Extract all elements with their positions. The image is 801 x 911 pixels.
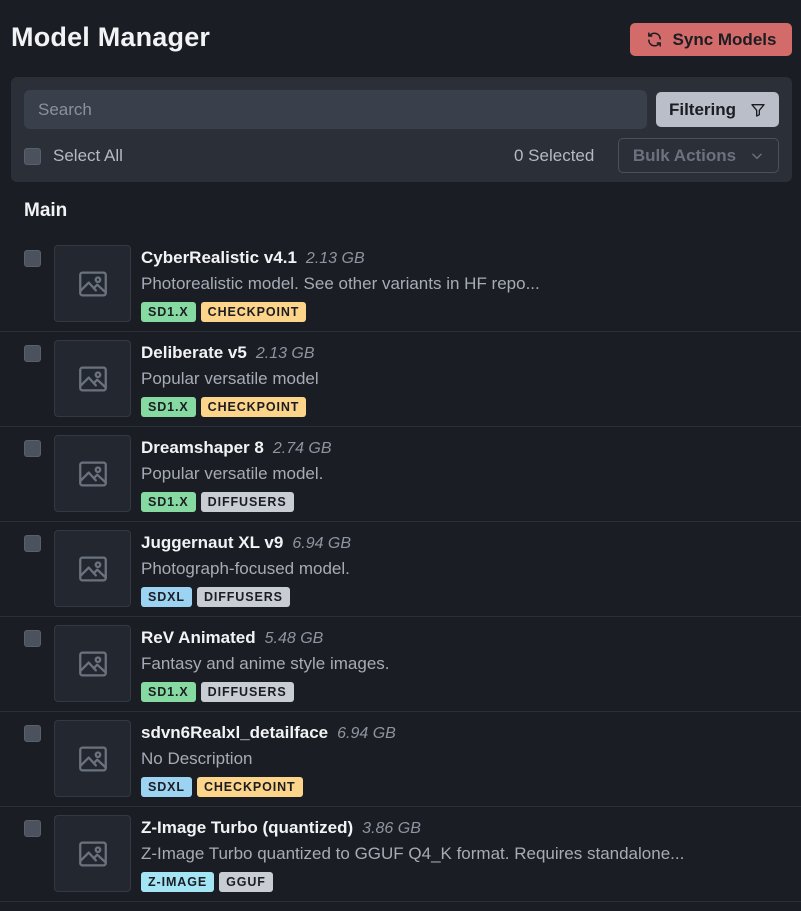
model-thumbnail bbox=[54, 245, 131, 322]
model-name: Juggernaut XL v9 bbox=[141, 533, 284, 552]
model-name: ReV Animated bbox=[141, 628, 256, 647]
model-tags: SD1.X CHECKPOINT bbox=[141, 302, 307, 322]
model-tag: CHECKPOINT bbox=[196, 777, 303, 797]
model-checkbox[interactable] bbox=[24, 250, 41, 267]
model-name-line: Deliberate v5 2.13 GB bbox=[141, 343, 315, 363]
model-checkbox[interactable] bbox=[24, 345, 41, 362]
image-placeholder-icon bbox=[78, 651, 107, 676]
model-tag: SD1.X bbox=[141, 302, 196, 322]
model-thumbnail bbox=[54, 815, 131, 892]
model-name-line: sdvn6Realxl_detailface 6.94 GB bbox=[141, 723, 396, 743]
model-checkbox[interactable] bbox=[24, 630, 41, 647]
search-input[interactable] bbox=[24, 90, 647, 129]
model-tags: SD1.X DIFFUSERS bbox=[141, 682, 294, 702]
model-row[interactable]: Z-Image Turbo (quantized) 3.86 GB Z-Imag… bbox=[0, 807, 801, 902]
model-tag: CHECKPOINT bbox=[200, 302, 307, 322]
model-row[interactable]: Dreamshaper 8 2.74 GB Popular versatile … bbox=[0, 427, 801, 522]
model-name-line: ReV Animated 5.48 GB bbox=[141, 628, 323, 648]
chevron-down-icon bbox=[752, 153, 762, 159]
filter-panel: Filtering Select All 0 Selected Bulk Act… bbox=[11, 77, 792, 182]
model-description: Popular versatile model bbox=[141, 369, 319, 388]
filtering-label: Filtering bbox=[668, 99, 737, 119]
page-title: Model Manager bbox=[11, 22, 211, 52]
model-name: CyberRealistic v4.1 bbox=[141, 248, 297, 267]
model-manager: Model Manager Sync Models Filtering Sele… bbox=[0, 0, 801, 911]
model-size: 2.74 GB bbox=[272, 440, 332, 457]
model-size: 2.13 GB bbox=[305, 250, 365, 267]
section-title-main: Main bbox=[24, 200, 68, 221]
filter-icon bbox=[751, 103, 765, 117]
model-thumbnail bbox=[54, 625, 131, 702]
model-checkbox[interactable] bbox=[24, 725, 41, 742]
checkbox[interactable] bbox=[24, 147, 41, 165]
filtering-button[interactable]: Filtering bbox=[656, 92, 779, 127]
model-size: 3.86 GB bbox=[362, 820, 421, 837]
model-row[interactable]: ReV Animated 5.48 GB Fantasy and anime s… bbox=[0, 617, 801, 712]
model-tag: SD1.X bbox=[141, 492, 196, 512]
model-tag: SD1.X bbox=[141, 397, 196, 417]
model-description: Photograph-focused model. bbox=[141, 559, 350, 578]
model-size: 5.48 GB bbox=[264, 630, 324, 647]
model-checkbox[interactable] bbox=[24, 440, 41, 457]
model-name: Z-Image Turbo (quantized) bbox=[141, 818, 354, 837]
sync-models-button[interactable]: Sync Models bbox=[630, 23, 792, 56]
model-thumbnail bbox=[54, 720, 131, 797]
bulk-actions-label: Bulk Actions bbox=[632, 145, 737, 165]
model-tag: GGUF bbox=[219, 872, 273, 892]
model-name-line: Dreamshaper 8 2.74 GB bbox=[141, 438, 332, 458]
model-tags: Z-IMAGE GGUF bbox=[141, 872, 273, 892]
image-placeholder-icon bbox=[78, 366, 107, 391]
model-tag: SDXL bbox=[141, 777, 192, 797]
model-tags: SD1.X CHECKPOINT bbox=[141, 397, 307, 417]
model-checkbox[interactable] bbox=[24, 535, 41, 552]
model-description: Popular versatile model. bbox=[141, 464, 324, 483]
model-tag: DIFFUSERS bbox=[200, 492, 294, 512]
model-thumbnail bbox=[54, 435, 131, 512]
model-row[interactable]: sdvn6Realxl_detailface 6.94 GB No Descri… bbox=[0, 712, 801, 807]
selected-count: 0 Selected bbox=[514, 146, 595, 165]
model-tags: SD1.X DIFFUSERS bbox=[141, 492, 294, 512]
model-size: 6.94 GB bbox=[337, 725, 396, 742]
model-row[interactable]: Juggernaut XL v9 6.94 GB Photograph-focu… bbox=[0, 522, 801, 617]
model-tag: DIFFUSERS bbox=[200, 682, 294, 702]
model-checkbox[interactable] bbox=[24, 820, 41, 837]
model-thumbnail bbox=[54, 340, 131, 417]
model-tag: DIFFUSERS bbox=[196, 587, 290, 607]
refresh-icon bbox=[647, 32, 661, 47]
model-row[interactable]: CyberRealistic v4.1 2.13 GB Photorealist… bbox=[0, 237, 801, 332]
model-tag: SD1.X bbox=[141, 682, 196, 702]
model-name: sdvn6Realxl_detailface bbox=[141, 723, 329, 742]
model-description: Fantasy and anime style images. bbox=[141, 654, 390, 673]
image-placeholder-icon bbox=[78, 556, 107, 581]
model-name-line: Z-Image Turbo (quantized) 3.86 GB bbox=[141, 818, 421, 838]
model-thumbnail bbox=[54, 530, 131, 607]
model-description: Photorealistic model. See other variants… bbox=[141, 274, 540, 293]
image-placeholder-icon bbox=[78, 461, 107, 486]
model-tag: CHECKPOINT bbox=[200, 397, 307, 417]
model-size: 2.13 GB bbox=[255, 345, 315, 362]
model-description: Z-Image Turbo quantized to GGUF Q4_K for… bbox=[141, 844, 685, 863]
model-size: 6.94 GB bbox=[292, 535, 352, 552]
model-tags: SDXL DIFFUSERS bbox=[141, 587, 290, 607]
bulk-actions-button[interactable]: Bulk Actions bbox=[618, 138, 779, 173]
select-all-label: Select All bbox=[53, 146, 123, 165]
model-description: No Description bbox=[141, 749, 253, 768]
model-tags: SDXL CHECKPOINT bbox=[141, 777, 303, 797]
model-name-line: CyberRealistic v4.1 2.13 GB bbox=[141, 248, 365, 268]
model-row[interactable]: Deliberate v5 2.13 GB Popular versatile … bbox=[0, 332, 801, 427]
sync-models-label: Sync Models bbox=[672, 29, 777, 49]
model-tag: Z-IMAGE bbox=[141, 872, 215, 892]
select-all-checkbox[interactable]: Select All bbox=[24, 146, 123, 166]
image-placeholder-icon bbox=[78, 841, 107, 866]
model-tag: SDXL bbox=[141, 587, 192, 607]
image-placeholder-icon bbox=[78, 271, 107, 296]
header: Model Manager Sync Models bbox=[0, 0, 801, 78]
image-placeholder-icon bbox=[78, 746, 107, 771]
model-name-line: Juggernaut XL v9 6.94 GB bbox=[141, 533, 351, 553]
model-list: CyberRealistic v4.1 2.13 GB Photorealist… bbox=[0, 237, 801, 902]
model-name: Deliberate v5 bbox=[141, 343, 247, 362]
model-name: Dreamshaper 8 bbox=[141, 438, 264, 457]
